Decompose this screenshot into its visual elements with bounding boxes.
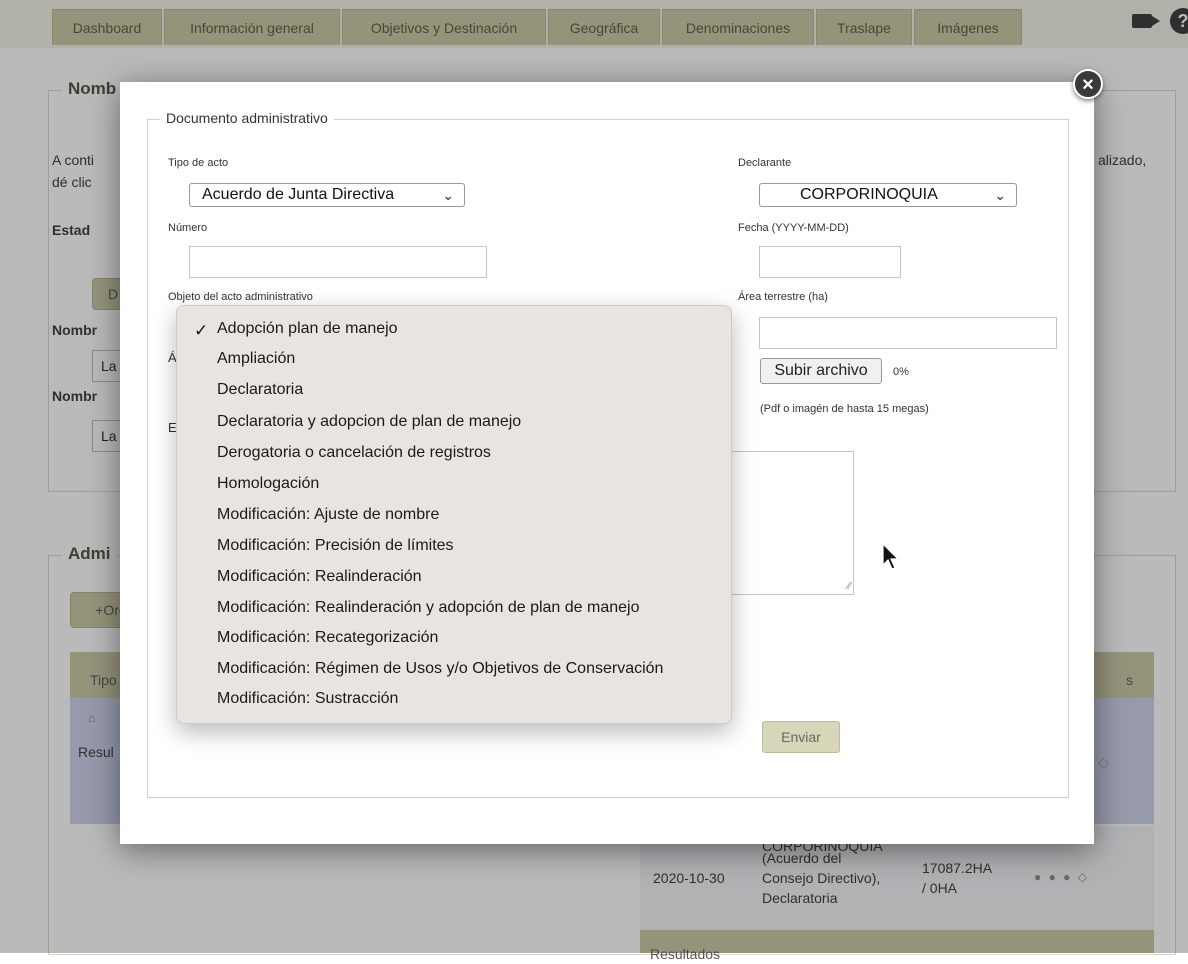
dropdown-option[interactable]: Declaratoria y adopcion de plan de manej…: [217, 413, 521, 431]
numero-input[interactable]: [189, 246, 487, 278]
numero-label: Número: [168, 222, 208, 234]
tipo-de-acto-select[interactable]: Acuerdo de Junta Directiva ⌄: [189, 183, 465, 207]
declarante-label: Declarante: [738, 157, 792, 169]
declarante-select[interactable]: CORPORINOQUIA ⌄: [759, 183, 1017, 207]
dropdown-option[interactable]: Declaratoria: [217, 381, 303, 399]
fecha-input[interactable]: [759, 246, 901, 278]
tipo-de-acto-label: Tipo de acto: [168, 157, 229, 169]
objeto-dropdown-menu: ✓ Adopción plan de manejo Ampliación Dec…: [176, 305, 732, 724]
chevron-down-icon: ⌄: [442, 187, 454, 203]
dropdown-option[interactable]: Adopción plan de manejo: [217, 320, 398, 338]
dropdown-option[interactable]: Modificación: Ajuste de nombre: [217, 506, 439, 524]
observaciones-textarea[interactable]: ∕∕: [720, 451, 854, 595]
upload-progress: 0%: [893, 366, 909, 378]
dropdown-option[interactable]: Derogatoria o cancelación de registros: [217, 444, 491, 462]
upload-file-button[interactable]: Subir archivo: [760, 358, 882, 384]
dropdown-option[interactable]: Modificación: Realinderación: [217, 568, 422, 586]
objeto-label: Objeto del acto administrativo: [168, 291, 313, 303]
fecha-label: Fecha (YYYY-MM-DD): [738, 222, 849, 234]
resize-grip-icon[interactable]: ∕∕: [848, 581, 851, 592]
tipo-de-acto-value: Acuerdo de Junta Directiva: [202, 186, 395, 203]
mouse-pointer-icon: [882, 543, 900, 570]
declarante-value: CORPORINOQUIA: [800, 186, 938, 203]
area-terrestre-input[interactable]: [759, 317, 1057, 349]
dropdown-option[interactable]: Homologación: [217, 475, 319, 493]
upload-hint: (Pdf o imagén de hasta 15 megas): [760, 403, 929, 415]
dropdown-option[interactable]: Modificación: Sustracción: [217, 690, 398, 708]
chevron-down-icon: ⌄: [994, 187, 1006, 203]
dropdown-option[interactable]: Modificación: Recategorización: [217, 629, 438, 647]
send-button[interactable]: Enviar: [762, 721, 840, 753]
dropdown-option[interactable]: Modificación: Realinderación y adopción …: [217, 599, 640, 617]
modal-legend: Documento administrativo: [160, 110, 334, 126]
close-icon[interactable]: ×: [1073, 69, 1103, 99]
area-terrestre-label: Área terrestre (ha): [738, 291, 828, 303]
checkmark-icon: ✓: [194, 321, 209, 340]
dropdown-option[interactable]: Ampliación: [217, 350, 295, 368]
dropdown-option[interactable]: Modificación: Régimen de Usos y/o Objeti…: [217, 660, 663, 678]
dropdown-option[interactable]: Modificación: Precisión de límites: [217, 537, 454, 555]
